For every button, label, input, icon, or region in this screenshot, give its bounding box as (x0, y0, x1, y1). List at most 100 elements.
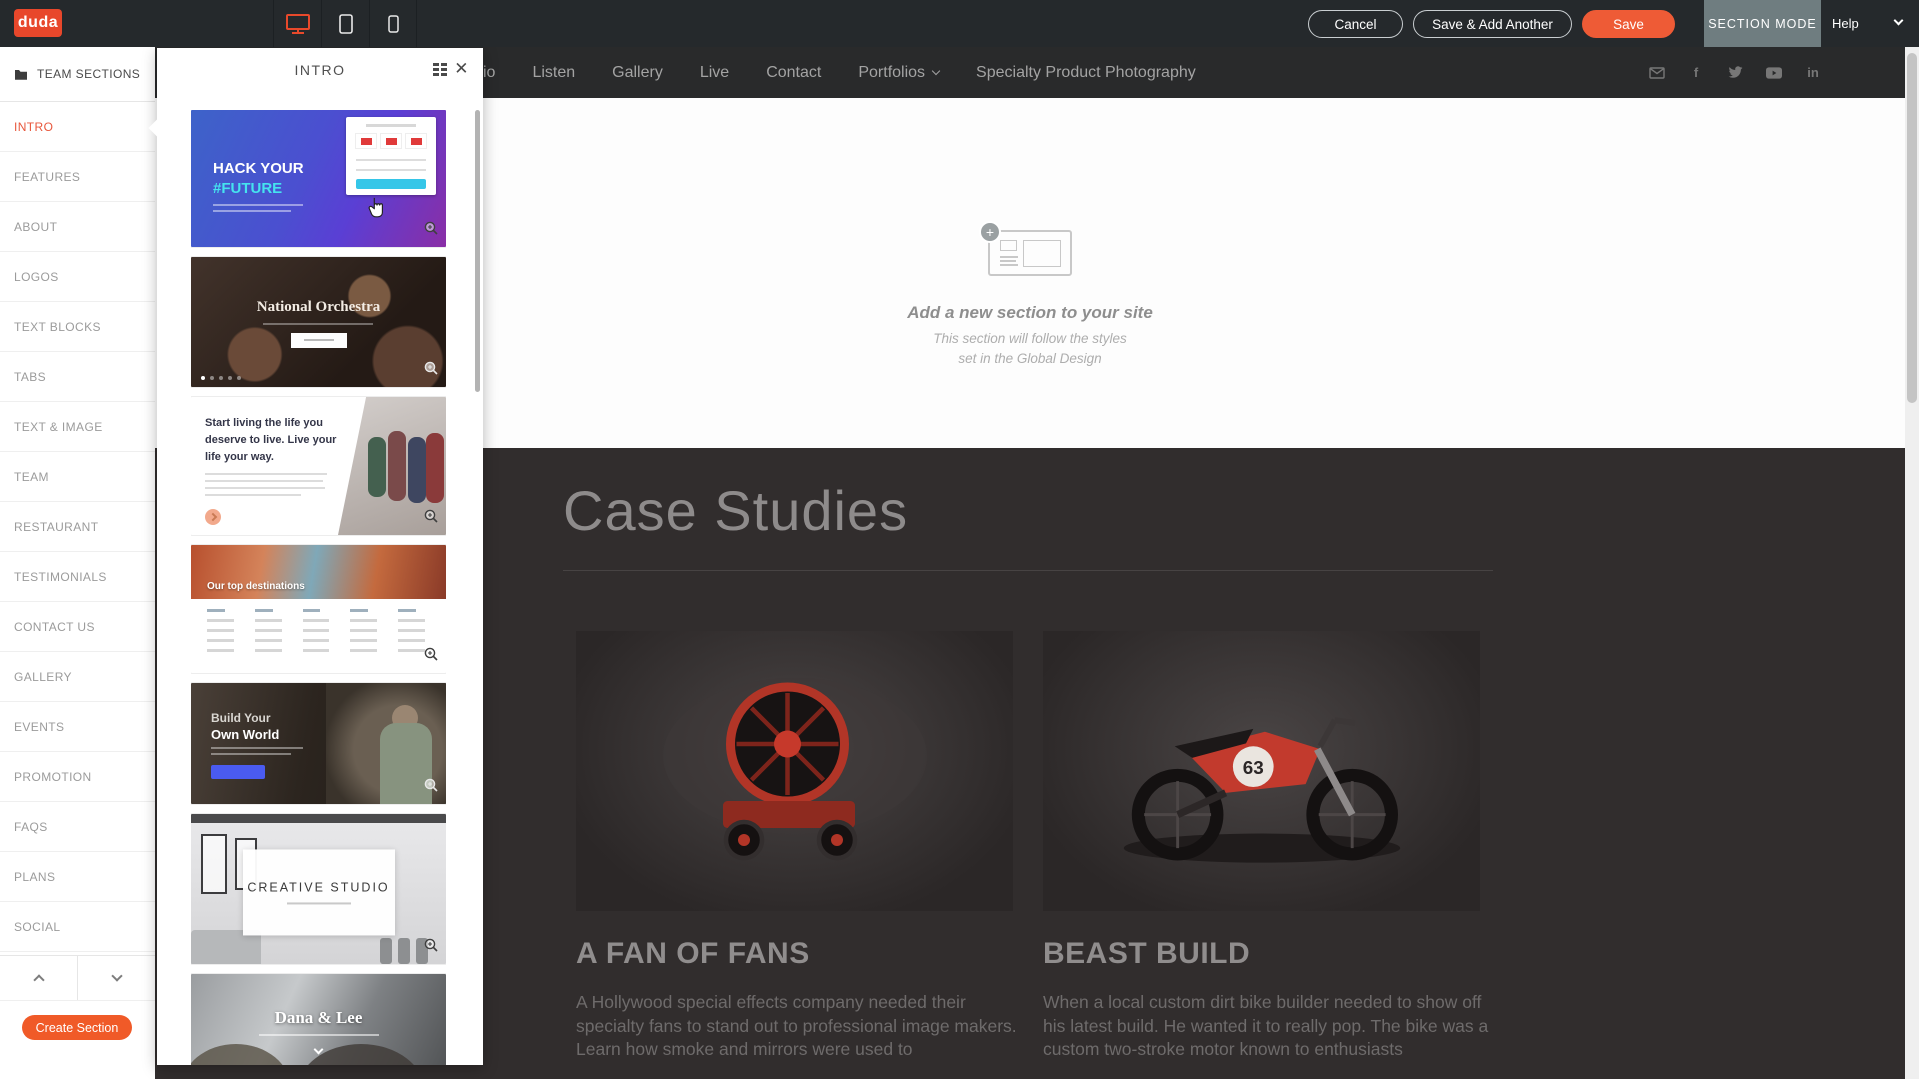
magnifier-icon[interactable] (424, 778, 439, 798)
case-study-title: BEAST BUILD (1043, 937, 1480, 971)
create-section-button[interactable]: Create Section (22, 1015, 132, 1040)
help-chevron-down-icon[interactable] (1894, 16, 1904, 26)
thumb-cta-button (356, 179, 426, 189)
destination-links-grid (207, 609, 434, 652)
nav-item-truncated[interactable]: io (483, 64, 495, 82)
sidebar-item-restaurant[interactable]: RESTAURANT (0, 502, 155, 552)
grid-view-icon[interactable] (433, 63, 447, 76)
template-thumbnail-start-living[interactable]: Start living the life you deserve to liv… (191, 397, 446, 535)
case-study-text: When a local custom dirt bike builder ne… (1043, 991, 1495, 1062)
app-topbar: duda Cancel Save & Add Another Save SECT… (0, 0, 1919, 47)
social-icons: f in (1649, 47, 1821, 98)
sidebar-header-label: TEAM SECTIONS (37, 67, 140, 81)
section-placeholder-icon: + (988, 230, 1072, 276)
sidebar-item-about[interactable]: ABOUT (0, 202, 155, 252)
chevron-down-icon (111, 970, 122, 981)
thumb-subtitle: #FUTURE (213, 180, 282, 197)
chevron-down-icon (932, 67, 940, 75)
close-icon[interactable]: ✕ (454, 59, 470, 79)
sidebar-item-text-blocks[interactable]: TEXT BLOCKS (0, 302, 155, 352)
section-template-list: HACK YOUR #FUTURE National Orchestra (191, 110, 446, 1065)
sidebar-item-promotion[interactable]: PROMOTION (0, 752, 155, 802)
email-icon[interactable] (1649, 65, 1665, 81)
mobile-preview-button[interactable] (369, 0, 417, 47)
tablet-preview-button[interactable] (321, 0, 369, 47)
magnifier-icon[interactable] (424, 509, 439, 529)
help-menu[interactable]: Help (1832, 0, 1859, 47)
sidebar-item-tabs[interactable]: TABS (0, 352, 155, 402)
sidebar-item-contact-us[interactable]: CONTACT US (0, 602, 155, 652)
nav-item-portfolios[interactable]: Portfolios (858, 64, 939, 82)
sections-sidebar: TEAM SECTIONS INTRO FEATURES ABOUT LOGOS… (0, 47, 155, 1079)
nav-item-specialty-product-photography[interactable]: Specialty Product Photography (976, 64, 1196, 82)
linkedin-icon[interactable]: in (1805, 65, 1821, 81)
magnifier-icon[interactable] (424, 221, 439, 241)
case-study-card-fan: A FAN OF FANS A Hollywood special effect… (576, 631, 1013, 1062)
template-thumbnail-build-your-own-world[interactable]: Build Your Own World (191, 683, 446, 804)
sidebar-item-plans[interactable]: PLANS (0, 852, 155, 902)
heading-divider (563, 570, 1493, 571)
nav-item-live[interactable]: Live (700, 64, 729, 82)
thumb-subtitle: Own World (211, 727, 279, 742)
sidebar-item-logos[interactable]: LOGOS (0, 252, 155, 302)
twitter-icon[interactable] (1727, 65, 1743, 81)
template-thumbnail-creative-studio[interactable]: CREATIVE STUDIO (191, 814, 446, 964)
sidebar-item-text-and-image[interactable]: TEXT & IMAGE (0, 402, 155, 452)
device-preview-switcher (273, 0, 417, 47)
nav-item-contact[interactable]: Contact (766, 64, 821, 82)
thumb-cta-circle (205, 509, 221, 525)
folder-icon (14, 68, 28, 80)
case-study-text: A Hollywood special effects company need… (576, 991, 1028, 1062)
sidebar-header: TEAM SECTIONS (0, 47, 155, 102)
sidebar-item-faqs[interactable]: FAQS (0, 802, 155, 852)
save-and-add-another-button[interactable]: Save & Add Another (1413, 10, 1572, 38)
panel-title: INTRO (294, 62, 345, 78)
panel-scrollbar-thumb[interactable] (475, 110, 480, 392)
scroll-down-button[interactable] (78, 956, 155, 1000)
studio-card: CREATIVE STUDIO (243, 849, 395, 935)
mobile-icon (388, 15, 399, 33)
thumb-title: National Orchestra (191, 299, 446, 316)
page-scrollbar-thumb[interactable] (1907, 53, 1917, 403)
sidebar-item-intro[interactable]: INTRO (0, 102, 155, 152)
chevron-up-icon (33, 974, 44, 985)
bike-plate-number: 63 (1242, 758, 1263, 779)
cancel-button[interactable]: Cancel (1308, 10, 1403, 38)
sidebar-item-features[interactable]: FEATURES (0, 152, 155, 202)
desktop-preview-button[interactable] (273, 0, 321, 47)
sidebar-item-testimonials[interactable]: TESTIMONIALS (0, 552, 155, 602)
facebook-icon[interactable]: f (1688, 65, 1704, 81)
template-thumbnail-dana-and-lee[interactable]: Dana & Lee (191, 974, 446, 1065)
countdown-card (346, 117, 436, 195)
sidebar-item-events[interactable]: EVENTS (0, 702, 155, 752)
sidebar-item-social[interactable]: SOCIAL (0, 902, 155, 952)
case-studies-heading: Case Studies (563, 478, 908, 543)
template-thumbnail-national-orchestra[interactable]: National Orchestra (191, 257, 446, 387)
magnifier-icon[interactable] (424, 647, 439, 667)
youtube-icon[interactable] (1766, 65, 1782, 81)
thumb-title: Start living the life you deserve to liv… (205, 415, 340, 466)
scroll-up-button[interactable] (0, 956, 78, 1000)
thumb-title: Dana & Lee (191, 1008, 446, 1028)
template-thumbnail-hack-your-future[interactable]: HACK YOUR #FUTURE (191, 110, 446, 247)
nav-item-gallery[interactable]: Gallery (612, 64, 663, 82)
duda-logo[interactable]: duda (14, 9, 62, 37)
intro-sections-panel: INTRO ✕ HACK YOUR #FUTURE National O (157, 48, 483, 1065)
magnifier-icon[interactable] (424, 361, 439, 381)
magnifier-icon[interactable] (424, 938, 439, 958)
dirt-bike-photo: 63 (1043, 631, 1480, 911)
tablet-icon (339, 14, 353, 34)
save-button[interactable]: Save (1582, 10, 1675, 38)
page-scrollbar[interactable] (1905, 47, 1919, 1079)
case-study-title: A FAN OF FANS (576, 937, 1013, 971)
template-thumbnail-top-destinations[interactable]: Our top destinations (191, 545, 446, 673)
sidebar-item-gallery[interactable]: GALLERY (0, 652, 155, 702)
section-mode-badge: SECTION MODE (1704, 0, 1821, 47)
thumb-title: HACK YOUR (213, 160, 304, 177)
case-study-card-bike: 63 BEAST BUILD When a local custom dirt … (1043, 631, 1480, 1062)
sidebar-item-team[interactable]: TEAM (0, 452, 155, 502)
desktop-icon (285, 13, 311, 35)
thumb-title: CREATIVE STUDIO (247, 880, 389, 894)
panel-header: INTRO ✕ (157, 48, 483, 92)
nav-item-listen[interactable]: Listen (532, 64, 575, 82)
